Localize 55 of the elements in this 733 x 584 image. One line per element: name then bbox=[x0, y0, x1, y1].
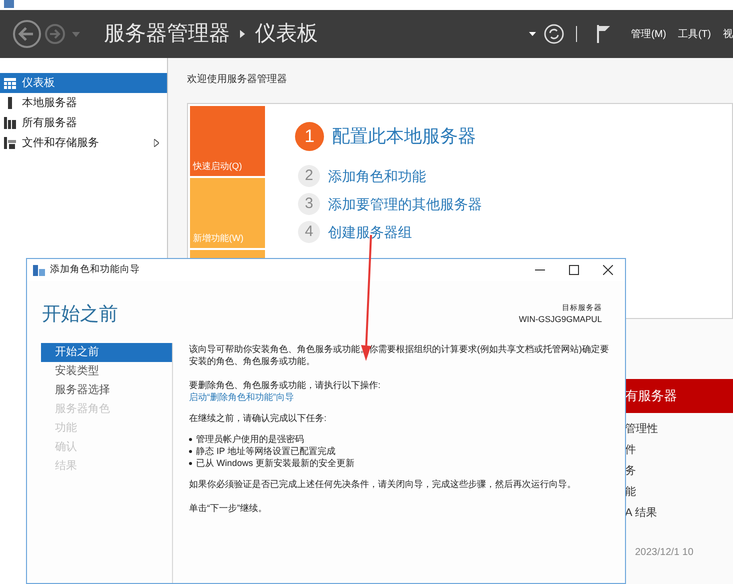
bullet-icon bbox=[189, 438, 192, 440]
wizard-step[interactable]: 安装类型 bbox=[41, 362, 172, 381]
menu-item[interactable]: 视 bbox=[723, 26, 733, 42]
flag-icon[interactable] bbox=[597, 25, 612, 43]
timestamp: 2023/12/1 10 bbox=[634, 546, 694, 560]
back-icon[interactable] bbox=[12, 19, 42, 49]
panel-item[interactable]: 能 bbox=[625, 484, 733, 497]
close-icon[interactable] bbox=[603, 265, 613, 275]
prereq-item: 已从 Windows 更新安装最新的安全更新 bbox=[196, 457, 355, 469]
step-link[interactable]: 创建服务器组 bbox=[328, 222, 412, 242]
sidebar-item[interactable]: 本地服务器 bbox=[0, 93, 167, 113]
panel-header: 有服务器 bbox=[625, 379, 733, 413]
verify-text: 如果你必须验证是否已完成上述任何先决条件，请关闭向导，完成这些步骤，然后再次运行向导。 bbox=[189, 478, 577, 490]
page-title: 仪表板 bbox=[255, 21, 318, 48]
next-text: 单击“下一步”继续。 bbox=[189, 502, 268, 514]
target-server: WIN-GSJG9GMAPUL bbox=[518, 313, 602, 326]
panel-item[interactable]: 务 bbox=[625, 463, 733, 476]
bullet-icon bbox=[189, 462, 192, 464]
panel-item[interactable]: 管理性 bbox=[625, 421, 733, 434]
dialog-title: 添加角色和功能向导 bbox=[50, 262, 140, 277]
sidebar-item[interactable]: 所有服务器 bbox=[0, 113, 167, 133]
grid-icon bbox=[4, 78, 16, 88]
refresh-icon[interactable] bbox=[544, 24, 564, 44]
maximize-icon[interactable] bbox=[569, 265, 579, 275]
remove-wizard-link[interactable]: 启动“删除角色和功能”向导 bbox=[189, 392, 294, 402]
wizard-step[interactable]: 服务器选择 bbox=[41, 381, 172, 400]
step-number: 1 bbox=[295, 122, 324, 151]
app-title: 服务器管理器 bbox=[104, 21, 230, 48]
panel-item[interactable]: 件 bbox=[625, 442, 733, 455]
menu-item[interactable]: 管理(M) bbox=[631, 26, 666, 42]
wizard-heading: 开始之前 bbox=[42, 303, 118, 327]
dropdown-icon[interactable] bbox=[529, 32, 536, 36]
expand-arrow-icon[interactable] bbox=[154, 139, 159, 147]
step-link[interactable]: 添加角色和功能 bbox=[328, 166, 426, 186]
menu-item[interactable]: 工具(T) bbox=[678, 26, 711, 42]
prereq-item: 管理员帐户使用的是强密码 bbox=[196, 433, 304, 445]
step-number: 2 bbox=[298, 165, 320, 187]
bullet-icon bbox=[189, 450, 192, 452]
app-icon bbox=[4, 0, 14, 8]
prereq-text: 在继续之前，请确认完成以下任务: bbox=[189, 412, 328, 424]
step-link[interactable]: 配置此本地服务器 bbox=[332, 123, 476, 150]
wizard-step[interactable]: 开始之前 bbox=[41, 343, 172, 362]
step-number: 4 bbox=[298, 221, 320, 243]
intro-text: 该向导可帮助你安装角色、角色服务或功能。你需要根据组织的计算要求(例如共享文档或托管网站)确定要安装的角色、角色服务或功能。 bbox=[189, 343, 610, 367]
wizard-icon bbox=[33, 264, 45, 276]
step-number: 3 bbox=[298, 193, 320, 215]
breadcrumb-arrow-icon bbox=[240, 30, 245, 38]
step-link[interactable]: 添加要管理的其他服务器 bbox=[328, 194, 482, 214]
prereq-item: 静态 IP 地址等网络设置已配置完成 bbox=[196, 445, 336, 457]
sidebar-item[interactable]: 仪表板 bbox=[0, 73, 167, 93]
welcome-title: 欢迎使用服务器管理器 bbox=[187, 72, 288, 87]
remove-text: 要删除角色、角色服务或功能，请执行以下操作: bbox=[189, 379, 382, 391]
servers-icon bbox=[4, 117, 16, 129]
sidebar-item[interactable]: 文件和存储服务 bbox=[0, 133, 167, 153]
storage-icon bbox=[4, 137, 16, 149]
